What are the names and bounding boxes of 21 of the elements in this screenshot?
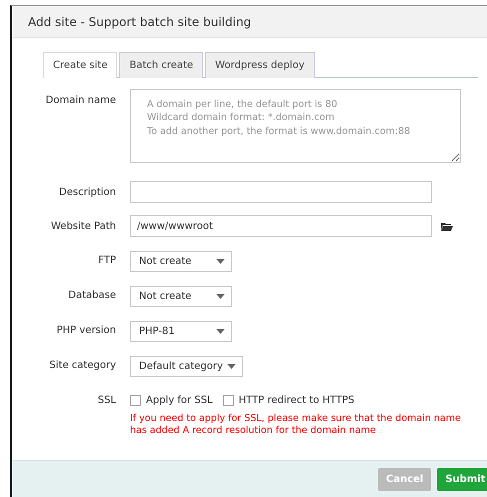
- field-label: Database: [67, 290, 117, 301]
- tab[interactable]: Create site: [43, 52, 118, 78]
- field-label: Website Path: [50, 220, 117, 232]
- field-label: PHP version: [56, 325, 117, 336]
- field-label: SSL: [96, 395, 117, 406]
- checkbox-label: Apply for SSL: [146, 395, 213, 406]
- tab[interactable]: Wordpress deploy: [205, 52, 314, 78]
- field-label: FTP: [97, 255, 117, 266]
- warning-text: If you need to apply for SSL, please make sure that the domain name has added A record resolution for the domain name: [130, 413, 462, 438]
- select-field[interactable]: PHP-81: [130, 321, 232, 342]
- field-label: Domain name: [44, 94, 117, 106]
- select-field[interactable]: Not create: [130, 286, 232, 307]
- select-field[interactable]: Default category: [130, 356, 243, 377]
- path-field[interactable]: /www/wwwroot: [130, 215, 432, 237]
- field-label: Site category: [48, 360, 117, 371]
- domain-field[interactable]: A domain per line, the default port is 80 Wildcard domain format: *.domain.com To add another port, the format is www.domain.com:88: [130, 89, 461, 163]
- select-field[interactable]: Not create: [130, 251, 232, 272]
- dialog-title: Add site - Support batch site building: [28, 14, 252, 28]
- field-label: Description: [58, 186, 117, 198]
- tab[interactable]: Batch create: [119, 52, 204, 78]
- checkbox-label: HTTP redirect to HTTPS: [238, 395, 354, 406]
